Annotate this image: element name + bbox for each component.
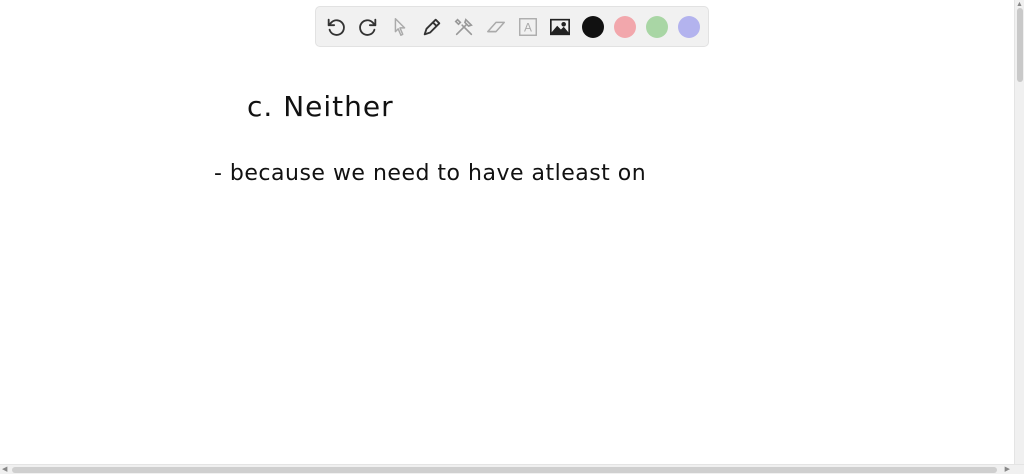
horizontal-scroll-thumb[interactable] bbox=[12, 467, 997, 473]
color-blue-swatch[interactable] bbox=[678, 16, 700, 38]
color-black-swatch[interactable] bbox=[582, 16, 604, 38]
handwritten-line-2: - because we need to have atleast on bbox=[214, 161, 647, 186]
handwritten-line-1: c. Neither bbox=[247, 90, 394, 123]
whiteboard-canvas[interactable]: c. Neither - because we need to have atl… bbox=[0, 50, 1014, 464]
text-tool-glyph: A bbox=[524, 21, 532, 35]
pen-icon bbox=[423, 18, 441, 36]
tools-button[interactable] bbox=[450, 13, 478, 41]
horizontal-scrollbar[interactable]: ◀ ▶ bbox=[0, 464, 1024, 474]
image-button[interactable] bbox=[546, 13, 574, 41]
undo-icon bbox=[327, 18, 345, 36]
vertical-scrollbar[interactable]: ▲ bbox=[1014, 0, 1024, 464]
undo-button[interactable] bbox=[322, 13, 350, 41]
eraser-icon bbox=[487, 21, 505, 33]
redo-button[interactable] bbox=[354, 13, 382, 41]
pointer-button[interactable] bbox=[386, 13, 414, 41]
redo-icon bbox=[359, 18, 377, 36]
color-red-swatch[interactable] bbox=[614, 16, 636, 38]
color-green-swatch[interactable] bbox=[646, 16, 668, 38]
drawing-toolbar: A bbox=[315, 6, 709, 47]
pointer-icon bbox=[394, 18, 406, 36]
eraser-button[interactable] bbox=[482, 13, 510, 41]
image-icon bbox=[549, 18, 571, 36]
text-button[interactable]: A bbox=[514, 13, 542, 41]
vertical-scroll-thumb[interactable] bbox=[1017, 8, 1023, 82]
tools-icon bbox=[454, 18, 473, 36]
text-icon: A bbox=[519, 18, 537, 36]
pen-button[interactable] bbox=[418, 13, 446, 41]
